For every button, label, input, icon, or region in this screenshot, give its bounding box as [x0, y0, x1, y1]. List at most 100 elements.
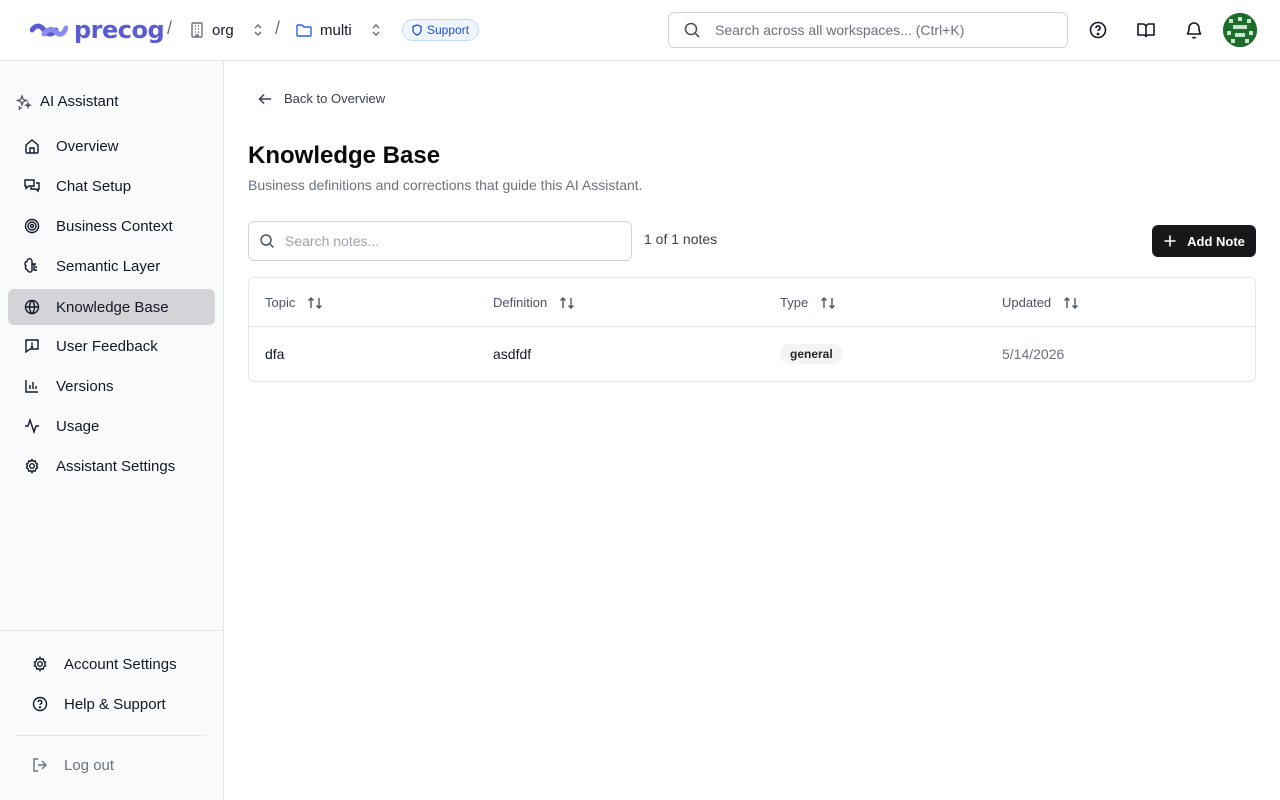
sidebar-item-usage[interactable]: Usage	[8, 408, 215, 444]
folder-icon	[296, 24, 312, 37]
logo-text: precog	[74, 16, 165, 44]
docs-button[interactable]	[1134, 18, 1158, 42]
sidebar-item-label: Versions	[56, 377, 114, 395]
gear-icon	[25, 458, 39, 474]
org-name: org	[212, 21, 234, 39]
column-header-topic[interactable]: Topic	[265, 278, 323, 327]
notes-search-input[interactable]	[285, 233, 605, 249]
home-icon	[25, 139, 39, 154]
org-switcher[interactable]: org	[190, 18, 264, 42]
workspace-name: multi	[320, 21, 352, 39]
building-icon	[191, 22, 203, 38]
sidebar-item-label: Chat Setup	[56, 177, 132, 195]
column-header-label: Topic	[265, 295, 296, 310]
notes-count: 1 of 1 notes	[644, 231, 718, 247]
workspace-switcher[interactable]: multi	[296, 18, 382, 42]
sidebar-item-business-context[interactable]: Business Context	[8, 208, 215, 244]
help-circle-icon	[1089, 21, 1107, 39]
search-icon	[684, 22, 700, 38]
activity-icon	[25, 418, 39, 434]
sort-icon	[560, 296, 575, 309]
back-label: Back to Overview	[284, 91, 386, 106]
back-to-overview-link[interactable]: Back to Overview	[258, 91, 385, 106]
target-icon	[24, 218, 40, 234]
sidebar-item-overview[interactable]: Overview	[8, 128, 215, 164]
add-note-label: Add Note	[1187, 233, 1245, 249]
sidebar-item-label: Business Context	[56, 217, 173, 235]
sidebar-item-label: Overview	[56, 137, 119, 155]
sidebar-item-chat-setup[interactable]: Chat Setup	[8, 168, 215, 204]
sidebar-item-assistant-settings[interactable]: Assistant Settings	[8, 448, 215, 484]
brain-icon	[24, 258, 37, 273]
sidebar-title: AI Assistant	[16, 93, 118, 110]
top-bar: precog / org / multi Support Search acro…	[0, 0, 1280, 61]
logo-mark-icon	[30, 23, 68, 37]
sidebar-divider	[0, 630, 223, 631]
book-open-icon	[1137, 23, 1155, 38]
search-icon	[260, 234, 275, 249]
log-out-icon	[33, 758, 47, 772]
page-subtitle: Business definitions and corrections tha…	[248, 177, 643, 193]
sidebar-item-label: Assistant Settings	[56, 457, 176, 475]
shield-icon	[412, 24, 422, 36]
sidebar-item-label: User Feedback	[56, 337, 158, 355]
sidebar-item-semantic-layer[interactable]: Semantic Layer	[8, 248, 215, 284]
account-settings-link[interactable]: Account Settings	[16, 648, 216, 680]
global-search-placeholder: Search across all workspaces... (Ctrl+K)	[715, 22, 965, 38]
sidebar: AI Assistant Overview Chat Setup Busines…	[0, 61, 224, 800]
column-header-label: Updated	[1002, 295, 1052, 310]
column-header-label: Type	[780, 295, 809, 310]
sidebar-item-label: Semantic Layer	[56, 257, 161, 275]
chevron-up-down-icon	[372, 23, 380, 37]
sidebar-item-knowledge-base[interactable]: Knowledge Base	[8, 289, 215, 325]
page-title: Knowledge Base	[248, 142, 441, 169]
cell-definition: asdfdf	[493, 346, 532, 362]
table-header-divider	[249, 326, 1255, 327]
global-search-input[interactable]: Search across all workspaces... (Ctrl+K)	[668, 12, 1068, 48]
feedback-icon	[25, 339, 39, 354]
chevron-up-down-icon	[254, 23, 262, 37]
column-header-definition[interactable]: Definition	[493, 278, 575, 327]
breadcrumb-separator: /	[167, 18, 173, 38]
add-note-button[interactable]: Add Note	[1152, 225, 1256, 257]
sidebar-title-label: AI Assistant	[40, 93, 119, 110]
help-circle-icon	[32, 696, 48, 712]
bar-chart-icon	[25, 380, 38, 393]
avatar-pattern-icon	[1223, 13, 1257, 47]
account-settings-label: Account Settings	[64, 655, 177, 673]
chat-icon	[24, 179, 40, 193]
notifications-button[interactable]	[1182, 18, 1206, 42]
column-header-type[interactable]: Type	[780, 278, 836, 327]
help-support-link[interactable]: Help & Support	[16, 688, 216, 720]
sidebar-item-user-feedback[interactable]: User Feedback	[8, 328, 215, 364]
user-avatar[interactable]	[1223, 13, 1257, 47]
bell-icon	[1186, 22, 1202, 39]
cell-topic: dfa	[265, 346, 285, 362]
help-button[interactable]	[1086, 18, 1110, 42]
column-header-updated[interactable]: Updated	[1002, 278, 1079, 327]
notes-table: Topic Definition Type Updated dfa asdfdf…	[248, 277, 1256, 382]
support-badge[interactable]: Support	[402, 19, 480, 41]
sidebar-item-label: Usage	[56, 417, 100, 435]
cell-type: general	[780, 327, 843, 381]
breadcrumb-separator: /	[275, 18, 281, 38]
log-out-button[interactable]: Log out	[16, 749, 216, 781]
sort-icon	[1064, 296, 1079, 309]
notes-search-field[interactable]	[248, 221, 632, 261]
sidebar-divider	[16, 735, 206, 736]
sidebar-item-label: Knowledge Base	[56, 298, 169, 316]
precog-logo[interactable]: precog	[30, 16, 165, 44]
column-header-label: Definition	[493, 295, 548, 310]
sparkles-icon	[16, 93, 32, 110]
support-label: Support	[427, 23, 470, 37]
help-support-label: Help & Support	[64, 695, 166, 713]
cell-updated: 5/14/2026	[1002, 346, 1065, 362]
gear-icon	[33, 656, 47, 672]
sort-icon	[308, 296, 323, 309]
sort-icon	[821, 296, 836, 309]
sidebar-item-versions[interactable]: Versions	[8, 368, 215, 404]
plus-icon	[1164, 235, 1176, 247]
arrow-left-icon	[258, 93, 271, 104]
type-badge: general	[780, 344, 843, 364]
globe-icon	[24, 299, 40, 315]
